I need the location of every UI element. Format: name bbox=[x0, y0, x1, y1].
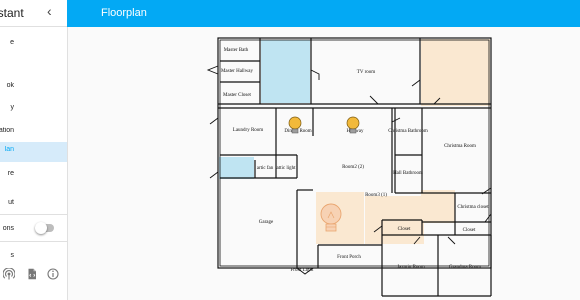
laundry-light-zone[interactable] bbox=[219, 157, 254, 179]
sidebar-item-tools: s bbox=[0, 248, 67, 268]
app-title: istant bbox=[0, 6, 24, 20]
sidebar-divider bbox=[0, 214, 67, 215]
room-label-tv-room: TV room bbox=[357, 70, 375, 75]
sidebar-item-label: y bbox=[10, 104, 15, 111]
sidebar-item-notifications: ons bbox=[0, 221, 67, 241]
room-label-master-hallway: Master Hallway bbox=[221, 69, 254, 74]
sidebar-item-label: re bbox=[7, 170, 14, 177]
sidebar-item-logout[interactable]: ut bbox=[0, 195, 67, 215]
sidebar-item-overview[interactable]: e bbox=[0, 35, 67, 55]
chevron-left-icon[interactable]: ‹ bbox=[47, 4, 52, 18]
sidebar: istant ‹ e ok y guration lan re ut ons s bbox=[0, 0, 68, 300]
tv-room-light-zone[interactable] bbox=[421, 39, 490, 106]
hall-light-zone[interactable] bbox=[421, 190, 455, 223]
room-label-christma-room: Christma Room bbox=[444, 144, 476, 149]
top-app-bar: Floorplan bbox=[67, 0, 580, 27]
broadcast-icon[interactable] bbox=[3, 268, 15, 280]
room-label-christma-bathroom: Christma Bathroom bbox=[388, 129, 428, 134]
room-label-laundry: Laundry Room bbox=[233, 128, 264, 133]
sidebar-item-label: guration bbox=[0, 127, 14, 134]
room-label-attic-light: attic light bbox=[276, 166, 296, 171]
room-label-front-porch: Front Porch bbox=[337, 255, 361, 260]
page-title: Floorplan bbox=[101, 7, 147, 19]
room-label-closet-1: Closet bbox=[398, 227, 411, 232]
sidebar-item-map[interactable]: re bbox=[0, 166, 67, 186]
room-label-master-bath: Master Bath bbox=[224, 48, 249, 53]
room-label-room3: Room3 (1) bbox=[365, 193, 387, 198]
master-bath-light-zone[interactable] bbox=[261, 40, 310, 103]
room-label-garage: Garage bbox=[259, 220, 274, 225]
room-label-room2: Room2 (2) bbox=[342, 165, 364, 170]
file-code-icon[interactable] bbox=[26, 268, 38, 280]
sidebar-item-label: ons bbox=[2, 225, 14, 232]
room-label-hall-bathroom: Hall Bathroom bbox=[393, 171, 423, 176]
sidebar-item-history[interactable]: y bbox=[0, 100, 67, 120]
toggle-knob bbox=[35, 222, 47, 234]
sidebar-item-label: e bbox=[10, 39, 14, 46]
room-label-artic-fan: artic fan bbox=[257, 166, 274, 171]
room-label-jazmin-room: Jazmin Room bbox=[397, 265, 425, 270]
notifications-toggle[interactable] bbox=[35, 222, 54, 234]
sidebar-item-logbook[interactable]: ok bbox=[0, 78, 67, 98]
floorplan: Master Bath Master Hallway Master Closet… bbox=[206, 37, 492, 297]
sidebar-item-label: s bbox=[10, 252, 15, 259]
sidebar-item-label: ok bbox=[6, 82, 14, 89]
sidebar-item-label: ut bbox=[8, 199, 14, 206]
room-label-christma-closet: Christma closet bbox=[457, 205, 489, 210]
sidebar-item-floorplan[interactable]: lan bbox=[0, 142, 67, 162]
room-label-front-light: Front Light bbox=[291, 268, 315, 273]
sidebar-header: istant ‹ bbox=[0, 0, 67, 27]
room-label-master-closet: Master Closet bbox=[223, 93, 252, 98]
sidebar-divider bbox=[0, 241, 67, 242]
room-label-closet-2: Closet bbox=[463, 228, 476, 233]
sidebar-item-label: lan bbox=[4, 146, 14, 153]
sidebar-item-configuration[interactable]: guration bbox=[0, 123, 67, 143]
room-label-grandma-room: Grandma Room bbox=[449, 265, 481, 270]
info-icon[interactable] bbox=[47, 268, 59, 280]
